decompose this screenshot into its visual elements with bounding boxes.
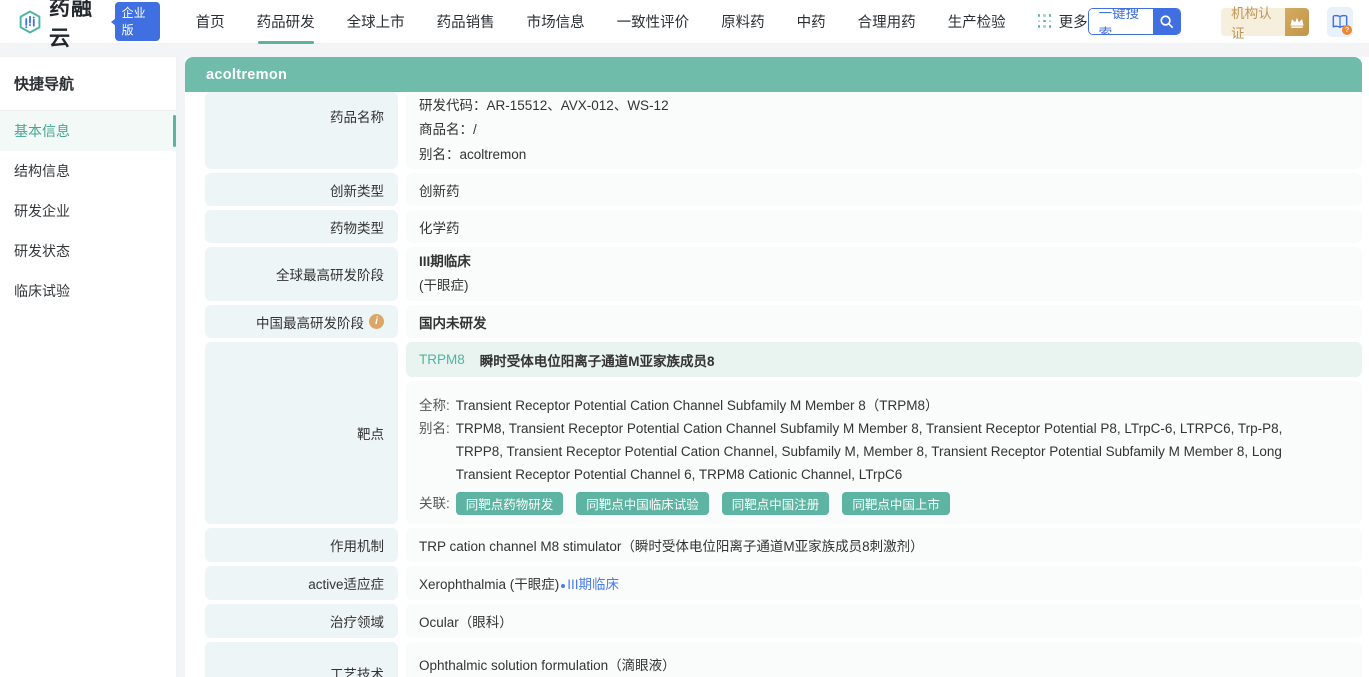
row-value: 研发代码： AR-15512、AVX-012、WS-12 商品名： / 别名： aco… — [406, 92, 1362, 169]
row-label: 全球最高研发阶段 — [205, 247, 398, 301]
crown-icon — [1284, 7, 1310, 36]
row-active-indication: active适应症 Xerophthalmia (干眼症) III期临床 — [205, 566, 1362, 600]
row-value: Ophthalmic solution formulation（滴眼液） — [406, 642, 1362, 677]
target-fullname-value: Transient Receptor Potential Cation Chan… — [455, 398, 939, 413]
quick-search-label: 一键搜索 — [1088, 9, 1153, 34]
indication-stage-link[interactable]: III期临床 — [561, 573, 619, 593]
logo[interactable]: 药融云 企业版 — [18, 0, 160, 52]
sidebar-item-clinical-trials[interactable]: 临床试验 — [0, 271, 176, 311]
row-drug-name: 药品名称 研发代码： AR-15512、AVX-012、WS-12 商品名： / 别… — [205, 92, 1362, 169]
logo-text: 药融云 — [49, 0, 94, 50]
nav-item-production-test[interactable]: 生产检验 — [948, 0, 1006, 44]
target-cn-name: 瞬时受体电位阳离子通道M亚家族成员8 — [479, 353, 715, 369]
target-header-bar: TRPM8 瞬时受体电位阳离子通道M亚家族成员8 — [406, 342, 1362, 377]
navbar-right: 一键搜索 机构认证 ? — [1087, 6, 1353, 41]
dev-code-key: 研发代码： — [419, 97, 487, 113]
global-stage-indication: (干眼症) — [419, 278, 469, 293]
row-value: Ocular（眼科） — [406, 604, 1362, 638]
same-target-cn-trials-button[interactable]: 同靶点中国临床试验 — [576, 492, 709, 515]
row-therapy-area: 治疗领域 Ocular（眼科） — [205, 604, 1362, 638]
row-value: III期临床 (干眼症) — [406, 247, 1362, 301]
target-alias-value: TRPM8, Transient Receptor Potential Cati… — [455, 421, 1283, 482]
row-label: 作用机制 — [205, 528, 398, 562]
question-badge-icon: ? — [1341, 24, 1352, 35]
same-target-cn-registration-button[interactable]: 同靶点中国注册 — [721, 492, 830, 515]
china-stage-label: 中国最高研发阶段 — [256, 315, 364, 331]
row-value: TRP cation channel M8 stimulator（瞬时受体电位阳… — [406, 528, 1362, 562]
row-innovation-type: 创新类型 创新药 — [205, 173, 1362, 206]
org-certification-badge[interactable]: 机构认证 — [1221, 6, 1310, 41]
quick-search-button[interactable]: 一键搜索 — [1087, 8, 1182, 35]
row-value: 创新药 — [406, 173, 1362, 206]
search-icon — [1153, 9, 1181, 34]
help-guide-button[interactable]: ? — [1327, 6, 1353, 37]
row-label: active适应症 — [205, 566, 398, 600]
row-label: 治疗领域 — [205, 604, 398, 638]
row-label: 靶点 — [205, 342, 398, 524]
dot-icon — [561, 584, 566, 588]
nav-item-drug-sales[interactable]: 药品销售 — [437, 0, 495, 44]
row-process-tech: 工艺技术 Ophthalmic solution formulation（滴眼液… — [205, 642, 1362, 677]
trade-name-key: 商品名： — [419, 122, 473, 138]
quick-nav-sidebar: 快捷导航 基本信息 结构信息 研发企业 研发状态 临床试验 — [0, 57, 176, 677]
drug-title-bar: acoltremon — [185, 57, 1362, 92]
alias-key: 别名： — [419, 146, 460, 162]
nav-item-home[interactable]: 首页 — [196, 0, 225, 44]
row-label: 药物类型 — [205, 210, 398, 243]
target-fullname-key: 全称: — [419, 398, 450, 413]
enterprise-badge: 企业版 — [110, 2, 160, 41]
row-value: 化学药 — [406, 210, 1362, 243]
row-china-highest-stage: 中国最高研发阶段 i 国内未研发 — [205, 305, 1362, 338]
row-target: 靶点 TRPM8 瞬时受体电位阳离子通道M亚家族成员8 全称: Transient… — [205, 342, 1362, 524]
dev-code-value: AR-15512、AVX-012、WS-12 — [486, 97, 669, 113]
page-body: 快捷导航 基本信息 结构信息 研发企业 研发状态 临床试验 acoltremon… — [0, 44, 1369, 677]
nav-item-tcm[interactable]: 中药 — [797, 0, 826, 44]
alias-value: acoltremon — [459, 146, 527, 162]
row-label: 创新类型 — [205, 173, 398, 206]
top-navbar: 药融云 企业版 首页 药品研发 全球上市 药品销售 市场信息 一致性评价 原料药… — [0, 0, 1369, 50]
sidebar-item-rd-status[interactable]: 研发状态 — [0, 231, 176, 271]
row-global-highest-stage: 全球最高研发阶段 III期临床 (干眼症) — [205, 247, 1362, 301]
nav-item-market-info[interactable]: 市场信息 — [527, 0, 585, 44]
same-target-cn-launch-button[interactable]: 同靶点中国上市 — [842, 492, 950, 515]
target-value: TRPM8 瞬时受体电位阳离子通道M亚家族成员8 全称: Transient Re… — [406, 342, 1362, 524]
nav-item-consistency-eval[interactable]: 一致性评价 — [617, 0, 690, 44]
main-nav: 首页 药品研发 全球上市 药品销售 市场信息 一致性评价 原料药 中药 合理用药… — [196, 0, 1088, 44]
target-relation-key: 关联: — [419, 496, 450, 511]
trade-name-value: / — [473, 122, 477, 138]
apps-grid-icon — [1037, 14, 1053, 29]
target-detail-block: 全称: Transient Receptor Potential Cation C… — [406, 381, 1362, 524]
info-icon[interactable]: i — [369, 314, 384, 329]
sidebar-title: 快捷导航 — [14, 76, 75, 93]
nav-more-label: 更多 — [1058, 15, 1088, 31]
nav-item-api[interactable]: 原料药 — [721, 0, 765, 44]
sidebar-item-rd-companies[interactable]: 研发企业 — [0, 191, 176, 231]
row-drug-type: 药物类型 化学药 — [205, 210, 1362, 243]
target-alias-key: 别名: — [419, 421, 450, 436]
nav-item-rational-use[interactable]: 合理用药 — [858, 0, 916, 44]
row-value: Xerophthalmia (干眼症) III期临床 — [406, 566, 1362, 600]
row-label: 工艺技术 — [205, 642, 398, 677]
sidebar-item-structure-info[interactable]: 结构信息 — [0, 151, 176, 191]
target-symbol-link[interactable]: TRPM8 — [419, 352, 465, 367]
org-certification-label: 机构认证 — [1231, 5, 1272, 41]
sidebar-item-basic-info[interactable]: 基本信息 — [0, 111, 176, 151]
main-content: acoltremon 药品名称 研发代码： AR-15512、AVX-012、WS… — [185, 57, 1369, 677]
indication-text: Xerophthalmia (干眼症) — [419, 577, 560, 592]
same-target-rd-button[interactable]: 同靶点药物研发 — [455, 492, 564, 515]
global-stage-value: III期临床 — [419, 253, 471, 269]
row-value: 国内未研发 — [406, 305, 1362, 338]
detail-table: 药品名称 研发代码： AR-15512、AVX-012、WS-12 商品名： / 别… — [185, 92, 1362, 677]
nav-item-global-launch[interactable]: 全球上市 — [347, 0, 405, 44]
nav-item-more[interactable]: 更多 — [1037, 0, 1088, 44]
row-label: 中国最高研发阶段 i — [205, 305, 398, 338]
row-mechanism: 作用机制 TRP cation channel M8 stimulator（瞬时… — [205, 528, 1362, 562]
logo-hexagon-icon — [19, 10, 41, 33]
row-label: 药品名称 — [205, 92, 398, 169]
nav-item-drug-rd[interactable]: 药品研发 — [257, 0, 315, 44]
